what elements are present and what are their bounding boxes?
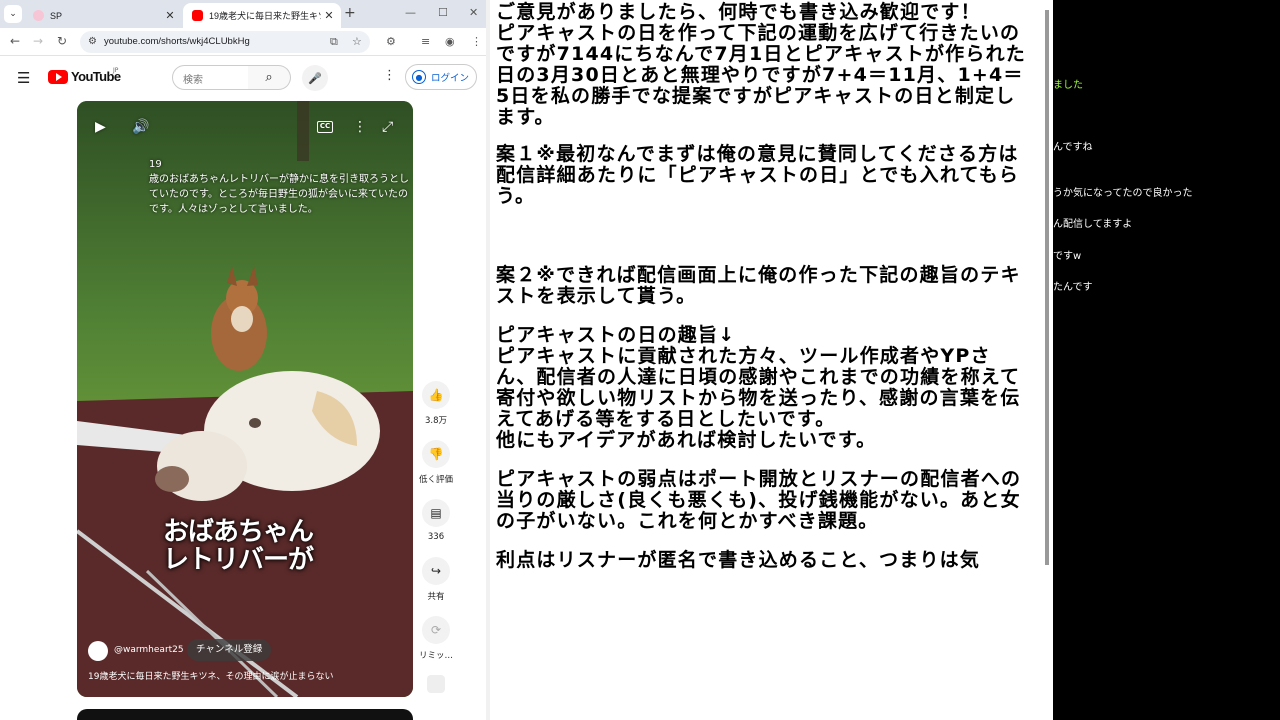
share-icon: ↪ xyxy=(422,557,450,585)
shorts-video-player[interactable]: ▶ 🔊 CC ⋮ ⤢ 19 歳のおばあちゃんレトリバーが静かに息を引き取ろうとし… xyxy=(77,101,413,697)
comment-icon: ▤ xyxy=(422,499,450,527)
youtube-favicon xyxy=(192,10,203,21)
dislike-label: 低く評価 xyxy=(418,475,453,485)
voice-search-button[interactable]: 🎤 xyxy=(302,65,328,91)
tab-close-icon[interactable]: ✕ xyxy=(162,9,178,22)
more-video-options-icon[interactable]: ⋮ xyxy=(353,119,367,135)
play-icon[interactable]: ▶ xyxy=(95,119,106,135)
dislike-button[interactable]: 👎 低く評価 xyxy=(416,440,456,485)
more-options-icon[interactable]: ⋮ xyxy=(383,68,396,83)
tab-title: 19歳老犬に毎日来た野生キツネ、 xyxy=(209,11,321,21)
maximize-button[interactable]: ☐ xyxy=(438,6,448,19)
chat-message: たんです xyxy=(1053,282,1093,293)
minimize-button[interactable]: — xyxy=(405,6,416,19)
new-tab-button[interactable]: + xyxy=(344,5,356,21)
login-label: ログイン xyxy=(431,73,470,84)
extensions-icon[interactable]: ⚙ xyxy=(386,35,396,48)
hamburger-menu-icon[interactable]: ☰ xyxy=(17,69,30,87)
profile-icon[interactable]: ◉ xyxy=(445,35,455,48)
address-bar[interactable]: ⚙ youtube.com/shorts/wkj4CLUbkHg ⧉ ☆ xyxy=(80,31,370,53)
share-label: 共有 xyxy=(427,592,445,602)
remix-button[interactable]: ⟳ リミッ… xyxy=(416,616,456,661)
reload-icon[interactable]: ↻ xyxy=(57,34,67,48)
remix-label: リミッ… xyxy=(418,651,453,661)
chat-message: ですw xyxy=(1053,251,1082,262)
video-title[interactable]: 19歳老犬に毎日来た野生キツネ、その理由に涙が止まらない xyxy=(88,669,333,682)
login-button[interactable]: ● ログイン xyxy=(405,64,477,90)
bookmark-star-icon[interactable]: ☆ xyxy=(352,35,362,48)
tab-close-icon[interactable]: ✕ xyxy=(321,9,337,22)
tab-title: SP xyxy=(50,10,63,21)
captions-icon[interactable]: CC xyxy=(317,121,333,133)
tab-youtube[interactable]: 19歳老犬に毎日来た野生キツネ、 ✕ xyxy=(183,3,341,28)
search-icon: ⌕ xyxy=(265,70,273,85)
chat-message: うか気になってたので良かった xyxy=(1053,188,1193,199)
microphone-icon: 🎤 xyxy=(308,71,322,85)
sound-thumbnail[interactable] xyxy=(416,675,456,693)
doc-blank-area xyxy=(490,570,1053,720)
thumbs-up-icon: 👍 xyxy=(422,381,450,409)
browser-window: ⌄ SP ✕ 19歳老犬に毎日来た野生キツネ、 ✕ + — ☐ ✕ ← → ↻ … xyxy=(0,0,490,720)
media-controls-icon[interactable]: ≡ xyxy=(421,35,430,48)
sound-thumbnail-icon xyxy=(427,675,445,693)
chat-message: んですね xyxy=(1053,142,1093,153)
video-caption: おばあちゃん レトリバーが xyxy=(163,517,314,575)
comment-count: 336 xyxy=(427,532,445,542)
search-button[interactable]: ⌕ xyxy=(248,65,291,90)
channel-name[interactable]: @warmheart25 xyxy=(114,645,184,655)
like-count: 3.8万 xyxy=(424,416,448,426)
comments-button[interactable]: ▤ 336 xyxy=(416,499,456,542)
site-info-icon[interactable]: ⚙ xyxy=(88,36,97,47)
tab-sp[interactable]: SP ✕ xyxy=(24,3,182,28)
browser-menu-icon[interactable]: ⋮ xyxy=(471,35,482,48)
doc-paragraph-weaknesses: ピアキャストの弱点はポート開放とリスナーの配信者への当りの厳しさ(良くも悪くも)… xyxy=(496,468,1022,532)
search-placeholder: 検索 xyxy=(183,75,203,86)
chat-overlay: ました んですね うか気になってたので良かった ん配信してますよ ですw たんで… xyxy=(1053,0,1280,720)
tab-search-button[interactable]: ⌄ xyxy=(4,5,22,23)
tab-strip: ⌄ SP ✕ 19歳老犬に毎日来た野生キツネ、 ✕ + — ☐ ✕ xyxy=(0,0,490,28)
doc-paragraph-intro: ご意見がありましたら、何時でも書き込み歓迎です！ ピアキャストの日を作って下記の… xyxy=(496,1,1026,128)
volume-icon[interactable]: 🔊 xyxy=(132,119,149,135)
region-label: JP xyxy=(113,67,119,74)
text-document-window: ご意見がありましたら、何時でも書き込み歓迎です！ ピアキャストの日を作って下記の… xyxy=(490,0,1053,720)
channel-avatar[interactable] xyxy=(88,641,108,661)
share-button[interactable]: ↪ 共有 xyxy=(416,557,456,602)
document-scrollbar[interactable] xyxy=(1045,10,1049,565)
subscribe-button[interactable]: チャンネル登録 xyxy=(187,639,272,661)
fullscreen-icon[interactable]: ⤢ xyxy=(382,119,393,135)
youtube-play-logo-icon xyxy=(48,69,68,84)
like-button[interactable]: 👍 3.8万 xyxy=(416,381,456,426)
thumbs-down-icon: 👎 xyxy=(422,440,450,468)
install-app-icon[interactable]: ⧉ xyxy=(330,35,338,49)
forward-arrow-icon[interactable]: → xyxy=(33,34,43,48)
browser-toolbar: ← → ↻ ⚙ youtube.com/shorts/wkj4CLUbkHg ⧉… xyxy=(0,28,490,56)
tab-favicon xyxy=(33,10,44,21)
back-arrow-icon[interactable]: ← xyxy=(10,34,20,48)
next-short-preview[interactable] xyxy=(77,709,413,720)
url-text: youtube.com/shorts/wkj4CLUbkHg xyxy=(104,36,250,47)
youtube-logo[interactable]: YouTube xyxy=(48,69,121,84)
close-window-button[interactable]: ✕ xyxy=(469,6,478,19)
account-icon: ● xyxy=(412,70,426,84)
chat-message: ん配信してますよ xyxy=(1053,219,1133,230)
doc-paragraph-proposal-1: 案１※最初なんでまずは俺の意見に賛同してくださる方は配信詳細あたりに「ピアキャス… xyxy=(496,143,1020,207)
doc-paragraph-proposal-2: 案２※できれば配信画面上に俺の作った下記の趣旨のテキストを表示して貰う。 xyxy=(496,264,1021,307)
chat-message: ました xyxy=(1053,80,1083,91)
doc-paragraph-purpose: ピアキャストの日の趣旨↓ ピアキャストに貢献された方々、ツール作成者やYPさん、… xyxy=(496,324,1021,451)
search-input[interactable]: 検索 xyxy=(172,65,249,90)
youtube-page: ☰ YouTube JP 検索 ⌕ 🎤 ⋮ ● ログイン ▶ 🔊 CC ⋮ ⤢ … xyxy=(0,57,490,720)
remix-icon: ⟳ xyxy=(422,616,450,644)
doc-paragraph-advantages: 利点はリスナーが匿名で書き込めること、つまりは気 xyxy=(496,549,981,571)
video-subtitle: 19 歳のおばあちゃんレトリバーが静かに息を引き取ろうとしていたのです。ところが… xyxy=(149,159,409,215)
